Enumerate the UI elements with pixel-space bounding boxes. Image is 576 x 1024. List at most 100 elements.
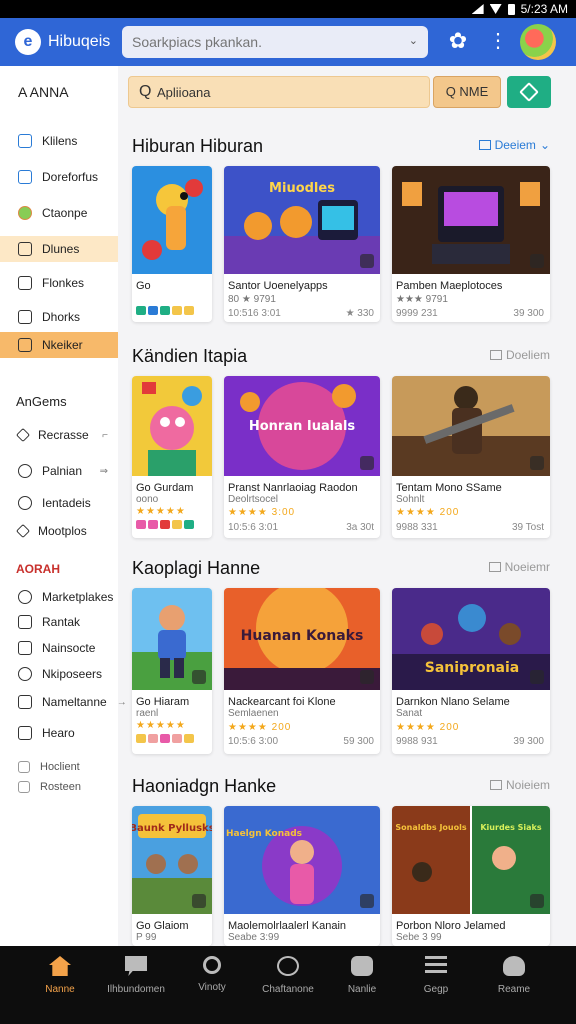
sidebar-item-label: Nkiposeers [42, 667, 103, 681]
top-search-input[interactable] [132, 32, 392, 52]
cover-title: Baunk Pyllusks [132, 823, 212, 834]
grid-icon [489, 780, 502, 790]
sidebar-item[interactable]: Marketplakes [0, 584, 118, 610]
game-card[interactable]: Sonaldbs Jouols Kiurdes Siaks Porbon Nlo… [392, 806, 550, 946]
nav-home[interactable]: Nanne [22, 956, 98, 995]
nav-explore[interactable]: Chaftanone [250, 956, 326, 995]
app-logo[interactable]: e [15, 29, 41, 55]
gem-icon [172, 520, 182, 529]
filter-button[interactable]: Q NME [433, 76, 501, 108]
game-card[interactable]: Tentam Mono SSame Sohnlt ★★★★ 200 9988 3… [392, 376, 550, 538]
game-cover: Miuodles [224, 166, 380, 274]
cover-title: Huanan Konaks [241, 628, 364, 644]
sidebar-item[interactable]: Rosteen [0, 774, 118, 800]
game-card[interactable]: Huanan Konaks Nackearcant foi Klone Seml… [224, 588, 380, 754]
nav-search[interactable]: Vinoty [174, 956, 250, 993]
gem-row [136, 734, 194, 743]
section-title: Hiburan Hiburan [132, 136, 264, 156]
gamepad-icon [351, 956, 373, 976]
content-search-bar[interactable]: Q Apliioana [128, 76, 430, 108]
more-vertical-icon[interactable]: ⋮ [488, 29, 508, 53]
sidebar-item[interactable]: Palnian ⇒ [0, 458, 118, 484]
sidebar-item[interactable]: Dlunes [0, 236, 118, 262]
game-subtitle: Sebe 3 99 [396, 932, 442, 943]
signal-icon [471, 4, 484, 14]
sidebar-item-label: Doreforfus [42, 170, 99, 184]
section-link[interactable]: Deeiem ⌄ [478, 138, 550, 152]
game-subtitle: P 99 [136, 932, 157, 943]
sidebar-item[interactable]: Nameltanne → [0, 689, 127, 715]
sidebar-item[interactable]: Recrasse ⌐ [0, 422, 118, 448]
game-card[interactable]: Go [132, 166, 212, 322]
sidebar-item[interactable]: Mootplos [0, 518, 118, 544]
cover-title: Kiurdes Siaks [480, 823, 542, 832]
sidebar-item-label: Hoclient [40, 761, 80, 773]
battery-icon [507, 3, 515, 15]
sidebar-title: A ANNA [18, 84, 69, 100]
top-search-bar[interactable]: ⌄ [122, 26, 428, 58]
section-link-label: Noieiem [505, 778, 550, 792]
sidebar-item[interactable]: Flonkes [0, 270, 118, 296]
game-card[interactable]: Haelgn Konads Maolemolrlaalerl Kanain Se… [224, 806, 380, 946]
arrow-icon: ⇒ [99, 465, 108, 477]
sidebar-item-label: Recrasse [38, 428, 89, 442]
game-meta-right: ★ 330 [345, 308, 374, 319]
box-icon [18, 695, 32, 709]
nav-profile[interactable]: Reame [476, 956, 552, 995]
section-link[interactable]: Doeliem [489, 348, 550, 362]
game-subtitle: 80 ★ 9791 [228, 294, 276, 305]
sidebar-item-label: Mootplos [38, 524, 87, 538]
game-subtitle: Sanat [396, 708, 423, 719]
section-link[interactable]: Noieiem [489, 778, 550, 792]
search-icon: Q [139, 83, 152, 100]
section-title: Haoniadgn Hanke [132, 776, 277, 796]
game-card[interactable]: Honran Iualals Pranst Nanrlaoiag Raodon … [224, 376, 380, 538]
sidebar-item[interactable]: Dhorks [0, 304, 118, 330]
cover-title: Sanipronaia [425, 660, 520, 676]
nav-menu[interactable]: Gegp [398, 956, 474, 995]
page-icon [18, 310, 32, 324]
nav-label: Ilhbundomen [107, 984, 165, 995]
game-title: Santor Uoenelyapps [228, 280, 328, 292]
chevron-down-icon[interactable]: ⌄ [409, 34, 418, 47]
sidebar-item-label: Klilens [42, 134, 78, 148]
box-icon [18, 641, 32, 655]
app-icon [18, 134, 32, 148]
sidebar-item[interactable]: Nkiposeers [0, 661, 118, 687]
game-card[interactable]: Miuodles Santor Uoenelyapps 80 ★ 9791 10… [224, 166, 380, 322]
tag-button[interactable] [507, 76, 551, 108]
sidebar-item[interactable]: Nkeiker [0, 332, 118, 358]
game-card[interactable]: Pamben Maeplotoces ★★★ 9791 9999 231 39 … [392, 166, 550, 322]
sidebar-item[interactable]: Klilens [0, 128, 118, 154]
game-icon [18, 206, 32, 220]
sidebar-item[interactable]: Hearo [0, 720, 118, 746]
section-link[interactable]: Noeiemr [488, 560, 550, 574]
gem-icon [184, 734, 194, 743]
content-search-text: Apliioana [157, 85, 211, 100]
game-card[interactable]: Go Hiaram raenl ★★★★★ [132, 588, 212, 754]
profile-icon [503, 956, 525, 976]
gem-icon [148, 306, 158, 315]
rating-stars: ★★★★★ [136, 506, 186, 517]
sidebar-item[interactable]: Rantak [0, 609, 118, 635]
folder-icon [18, 242, 32, 256]
game-card[interactable]: Baunk Pyllusks Go Glaiom P 99 [132, 806, 212, 946]
sidebar-item[interactable]: Nainsocte [0, 635, 118, 661]
sidebar: A ANNA Klilens Doreforfus Ctaonpe Dlunes… [0, 66, 127, 946]
sidebar-item[interactable]: Ientadeis [0, 490, 118, 516]
game-card[interactable]: Go Gurdam oono ★★★★★ [132, 376, 212, 538]
game-cover: Sonaldbs Jouols Kiurdes Siaks [392, 806, 550, 914]
gem-icon [160, 306, 170, 315]
sidebar-item[interactable]: Ctaonpe [0, 200, 118, 226]
game-title: Tentam Mono SSame [396, 482, 502, 494]
nav-label: Nanlie [347, 984, 377, 995]
gear-icon[interactable]: ✿ [446, 29, 470, 53]
nav-messages[interactable]: Ilhbundomen [98, 956, 174, 995]
sidebar-item[interactable]: Doreforfus [0, 164, 118, 190]
screenshot-icon [530, 670, 544, 684]
avatar[interactable] [520, 24, 556, 60]
screenshot-icon [530, 254, 544, 268]
game-card[interactable]: Sanipronaia Darnkon Nlano Selame Sanat ★… [392, 588, 550, 754]
nav-games[interactable]: Nanlie [324, 956, 400, 995]
sidebar-item-label: Ctaonpe [42, 206, 88, 220]
